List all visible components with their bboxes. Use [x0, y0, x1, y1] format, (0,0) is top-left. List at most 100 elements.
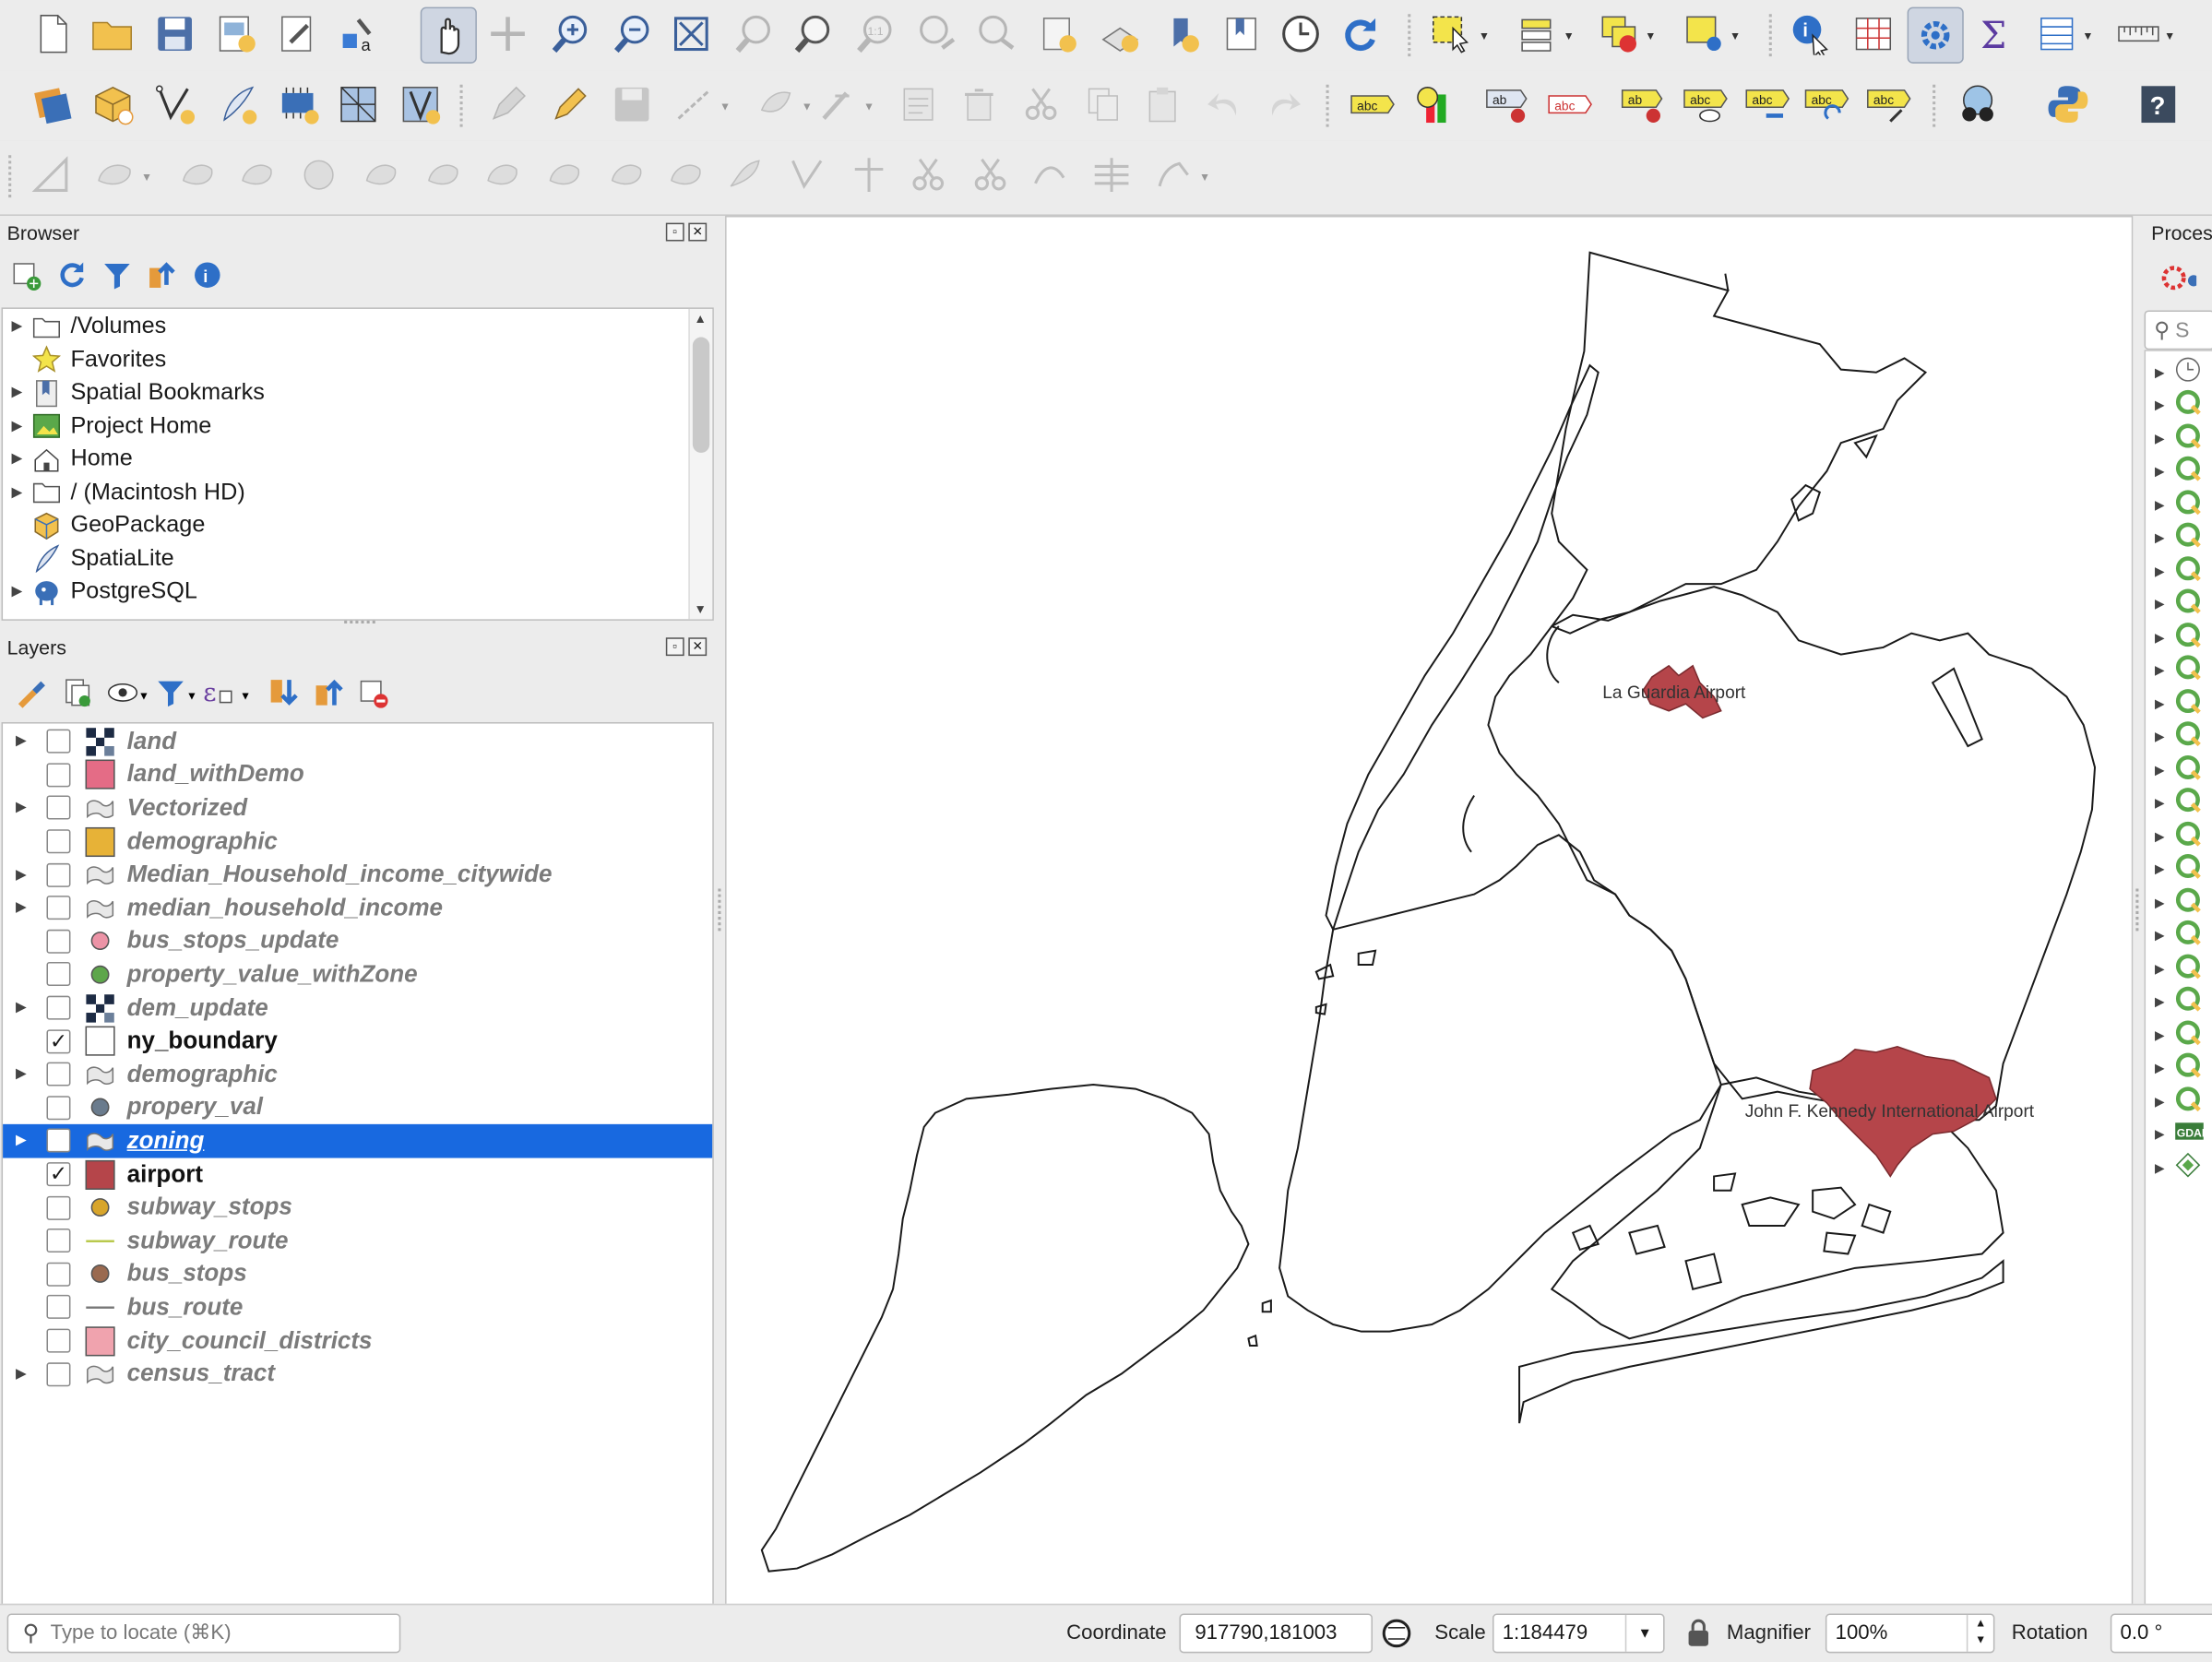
merge-features-icon[interactable] — [663, 152, 708, 197]
expand-arrow-icon[interactable]: ▶ — [2146, 796, 2174, 812]
expand-arrow-icon[interactable]: ▶ — [2146, 1127, 2174, 1143]
processing-provider-item[interactable]: ▶ — [2146, 886, 2212, 919]
expand-arrow-icon[interactable]: ▶ — [2146, 730, 2174, 745]
layer-diagram-options-icon[interactable] — [1410, 82, 1456, 127]
processing-provider-item[interactable]: ▶ — [2146, 1152, 2212, 1183]
expand-arrow-icon[interactable]: ▶ — [2146, 861, 2174, 877]
add-group-icon[interactable] — [62, 677, 93, 715]
reshape-features-icon[interactable] — [421, 152, 466, 197]
help-icon[interactable]: ? — [2135, 82, 2181, 127]
processing-provider-item[interactable]: ▶ — [2146, 986, 2212, 1018]
vertex-tool-icon[interactable]: ▼ — [754, 82, 813, 127]
offset-curve-icon[interactable] — [480, 152, 525, 197]
expand-arrow-icon[interactable]: ▶ — [3, 1067, 40, 1083]
zoom-to-selection-icon[interactable] — [731, 11, 776, 56]
spinbox-arrows-icon[interactable]: ▲ ▼ — [1966, 1615, 1993, 1652]
layer-row[interactable]: propery_val — [3, 1091, 712, 1124]
float-panel-icon[interactable]: ▫ — [665, 222, 684, 242]
zoom-to-layer-icon[interactable] — [790, 11, 835, 56]
layer-visibility-checkbox[interactable] — [46, 862, 71, 887]
open-field-calculator-icon[interactable] — [1850, 11, 1896, 56]
select-by-location-icon[interactable]: ▼ — [1682, 11, 1741, 56]
split-line-icon[interactable] — [968, 152, 1013, 197]
style-panel-icon[interactable] — [14, 677, 45, 715]
move-label-icon[interactable]: abc — [1743, 82, 1791, 127]
layer-row[interactable]: bus_stops_update — [3, 925, 712, 958]
processing-provider-item[interactable]: ▶ — [2146, 953, 2212, 985]
toggle-label-display-icon[interactable]: abc — [1546, 82, 1594, 127]
browser-item[interactable]: ▶ Home — [3, 443, 687, 475]
pin-labels-icon[interactable]: ab — [1620, 82, 1668, 127]
fill-ring-icon[interactable] — [234, 152, 279, 197]
rotate-point-symbols-icon[interactable] — [784, 152, 829, 197]
processing-provider-item[interactable]: ▶ — [2146, 1019, 2212, 1051]
rotation-field[interactable]: 0.0 ° — [2110, 1613, 2212, 1654]
layer-visibility-checkbox[interactable] — [46, 1229, 71, 1253]
select-by-value-icon[interactable]: ▼ — [1515, 11, 1575, 56]
layer-visibility-checkbox[interactable] — [46, 1295, 71, 1320]
browser-item[interactable]: ▶ PostgreSQL — [3, 576, 687, 608]
manage-map-themes-icon[interactable]: ▼ — [107, 677, 149, 715]
expand-arrow-icon[interactable]: ▶ — [2146, 431, 2174, 446]
new-print-layout-icon[interactable] — [214, 11, 259, 56]
shape-digitizing-icon[interactable]: ▼ — [1151, 152, 1210, 197]
identify-features-icon[interactable]: i — [1789, 11, 1834, 56]
collapse-all-icon[interactable] — [147, 259, 178, 291]
expand-arrow-icon[interactable]: ▶ — [3, 1000, 40, 1015]
layer-row[interactable]: ▶ Median_Household_income_citywide — [3, 858, 712, 891]
expand-arrow-icon[interactable]: ▶ — [2146, 994, 2174, 1010]
layer-row[interactable]: bus_route — [3, 1291, 712, 1324]
layer-labeling-options-icon[interactable]: abc — [1349, 82, 1397, 127]
toolbar-grip[interactable] — [1408, 14, 1419, 57]
trim-extend-icon[interactable] — [906, 152, 951, 197]
current-edits-icon[interactable] — [485, 82, 530, 127]
processing-provider-item[interactable]: ▶ — [2146, 489, 2212, 521]
toolbar-grip[interactable] — [1326, 84, 1338, 127]
processing-search-input[interactable]: ⚲ S — [2144, 310, 2212, 350]
processing-provider-item[interactable]: ▶GDAL — [2146, 1119, 2212, 1150]
cut-features-icon[interactable] — [1018, 82, 1064, 127]
toggle-editing-icon[interactable] — [547, 82, 592, 127]
toolbar-grip[interactable] — [8, 155, 19, 198]
cad-tools-icon[interactable] — [29, 152, 74, 197]
expand-arrow-icon[interactable]: ▶ — [3, 801, 40, 816]
collapse-all-layers-icon[interactable] — [314, 677, 345, 715]
reverse-line-icon[interactable] — [1027, 152, 1072, 197]
zoom-in-icon[interactable] — [547, 11, 592, 56]
zoom-full-icon[interactable] — [669, 11, 714, 56]
modify-attributes-icon[interactable]: ▼ — [815, 82, 874, 127]
browser-scrollbar[interactable]: ▲ ▼ — [688, 308, 713, 620]
processing-options-icon[interactable] — [2159, 264, 2200, 302]
statistical-summary-icon[interactable]: Σ — [1972, 11, 2017, 56]
expand-arrow-icon[interactable]: ▶ — [2146, 1061, 2174, 1076]
expand-arrow-icon[interactable]: ▶ — [2146, 464, 2174, 480]
delete-selected-icon[interactable] — [957, 82, 1002, 127]
processing-provider-item[interactable]: ▶ — [2146, 522, 2212, 554]
style-manager-icon[interactable]: a — [336, 11, 381, 56]
new-map-view-icon[interactable] — [1036, 11, 1081, 56]
split-features-icon[interactable] — [541, 152, 587, 197]
add-selected-layers-icon[interactable] — [11, 259, 42, 291]
rotate-label-icon[interactable]: abc — [1802, 82, 1850, 127]
close-panel-icon[interactable]: ✕ — [688, 637, 708, 657]
processing-toolbox-icon[interactable] — [1907, 6, 1964, 64]
processing-provider-item[interactable]: ▶ — [2146, 456, 2212, 488]
layer-row[interactable]: ▶ zoning — [3, 1124, 713, 1158]
layer-row[interactable]: land_withDemo — [3, 758, 712, 791]
filter-legend-icon[interactable]: ▼ — [155, 677, 197, 715]
expand-arrow-icon[interactable]: ▶ — [3, 484, 31, 500]
vertical-splitter[interactable] — [2135, 888, 2141, 932]
layer-row[interactable]: subway_stops — [3, 1191, 712, 1224]
new-virtual-layer-icon[interactable] — [336, 82, 381, 127]
delete-part-icon[interactable] — [358, 152, 403, 197]
layer-visibility-checkbox[interactable] — [46, 1129, 71, 1154]
expand-arrow-icon[interactable]: ▶ — [3, 734, 40, 750]
expand-arrow-icon[interactable]: ▶ — [2146, 696, 2174, 712]
layer-visibility-checkbox[interactable] — [46, 829, 71, 854]
magnifier-spinbox[interactable]: 100% ▲ ▼ — [1825, 1613, 1995, 1654]
browser-item[interactable]: GeoPackage — [3, 509, 687, 541]
refresh-icon[interactable] — [1338, 11, 1383, 56]
layer-visibility-checkbox[interactable] — [46, 929, 71, 954]
show-bookmarks-icon[interactable] — [1219, 11, 1264, 56]
browser-item[interactable]: ▶ Spatial Bookmarks — [3, 376, 687, 409]
